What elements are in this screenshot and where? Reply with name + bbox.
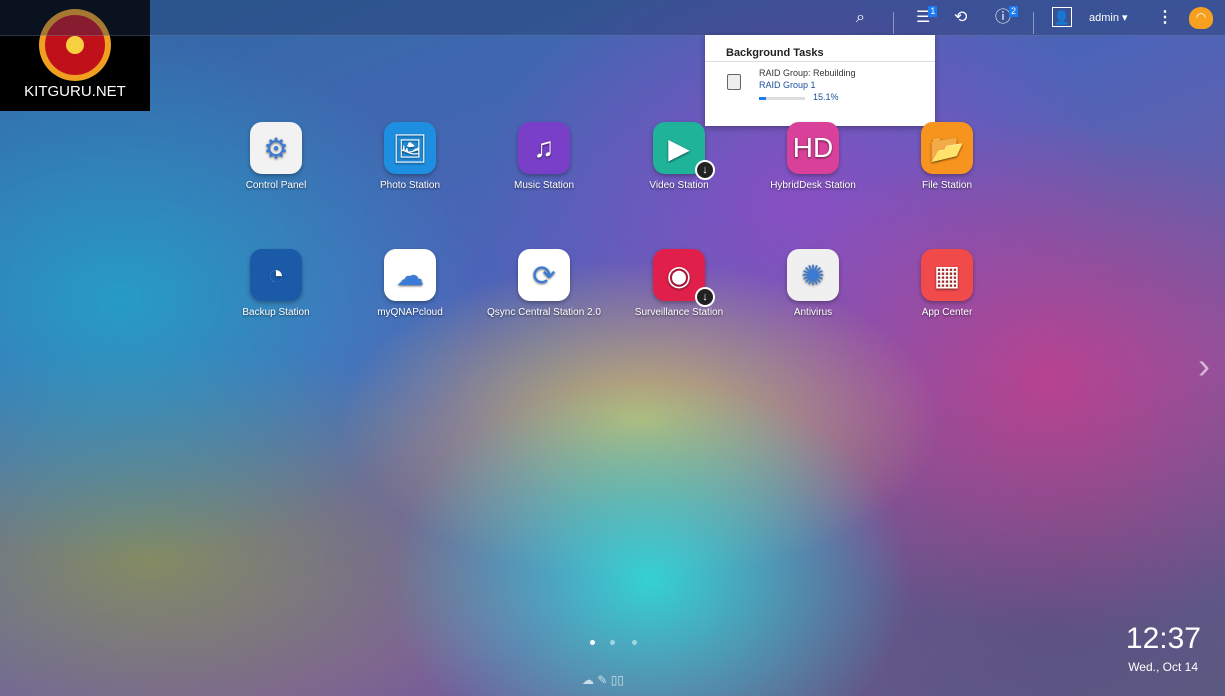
tools-icon[interactable]: ✎ (597, 673, 607, 687)
app-file-station[interactable]: 📂 File Station (882, 122, 1012, 191)
music-icon: ♫ (518, 122, 570, 174)
app-label: File Station (921, 180, 973, 191)
external-device-icon[interactable]: ⟲ (954, 8, 967, 28)
info-badge: 2 (1009, 6, 1019, 17)
task-progress-bar (759, 97, 805, 100)
app-hybriddesk-station[interactable]: HD HybridDesk Station (748, 122, 878, 191)
app-label: App Center (921, 307, 973, 318)
cloud-icon: ☁ (384, 249, 436, 301)
app-label: myQNAPcloud (377, 307, 443, 318)
clock-time: 12:37 (1125, 622, 1201, 655)
app-label: HybridDesk Station (770, 180, 856, 191)
grid-icon: ▦ (921, 249, 973, 301)
camera-icon: ◉ ↓ (653, 249, 715, 307)
tasks-badge: 1 (928, 6, 938, 17)
popup-title: Background Tasks (705, 35, 935, 62)
antivirus-icon: ✺ (787, 249, 839, 301)
app-photo-station[interactable]: 🖼 Photo Station (345, 122, 475, 191)
app-label: Qsync Central Station 2.0 (487, 307, 601, 318)
next-page-arrow[interactable]: › (1198, 345, 1210, 387)
top-bar: ⌕ ☰ 1 ⟲ ⓘ 2 👤 admin ▾ ⋮ ◠ (0, 0, 1225, 36)
user-menu[interactable]: admin ▾ (1089, 8, 1128, 28)
svg-text:KITGURU.NET: KITGURU.NET (24, 83, 126, 100)
user-avatar-icon[interactable]: 👤 (1052, 7, 1072, 27)
app-label: Antivirus (793, 307, 833, 318)
cloud-icon[interactable]: ☁ (582, 673, 594, 687)
clock-date: Wed., Oct 14 (1128, 660, 1198, 674)
backup-icon: ◔ (250, 249, 302, 301)
task-item: RAID Group: Rebuilding RAID Group 1 15.1… (705, 62, 935, 122)
app-label: Backup Station (242, 307, 310, 318)
app-qsync-central-station-2-0[interactable]: ⟳ Qsync Central Station 2.0 (479, 249, 609, 318)
app-control-panel[interactable]: ⚙ Control Panel (211, 122, 341, 191)
search-icon[interactable]: ⌕ (856, 8, 865, 28)
page-dot-2[interactable] (610, 640, 615, 645)
background-tasks-icon[interactable]: ☰ 1 (916, 6, 938, 28)
task-progress-text: 15.1% (813, 92, 839, 102)
more-options-icon[interactable]: ⋮ (1157, 8, 1173, 28)
task-name: RAID Group: Rebuilding (759, 68, 856, 78)
task-target: RAID Group 1 (759, 80, 816, 90)
app-label: Music Station (513, 180, 575, 191)
app-antivirus[interactable]: ✺ Antivirus (748, 249, 878, 318)
app-app-center[interactable]: ▦ App Center (882, 249, 1012, 318)
gear-icon: ⚙ (250, 122, 302, 174)
app-label: Photo Station (379, 180, 441, 191)
notifications-icon[interactable]: ⓘ 2 (995, 6, 1019, 28)
dashboard-icon[interactable]: ◠ (1189, 7, 1213, 29)
app-label: Surveillance Station (634, 307, 724, 318)
photo-icon: 🖼 (384, 122, 436, 174)
app-label: Video Station (649, 180, 709, 191)
sync-icon: ⟳ (518, 249, 570, 301)
divider (1033, 12, 1034, 34)
username: admin (1089, 12, 1119, 24)
download-icon: ↓ (695, 287, 715, 307)
folder-icon: 📂 (921, 122, 973, 174)
app-music-station[interactable]: ♫ Music Station (479, 122, 609, 191)
book-icon[interactable]: ▯▯ (611, 673, 624, 687)
download-icon: ↓ (695, 160, 715, 180)
hd-icon: HD (787, 122, 839, 174)
page-dot-1[interactable] (590, 640, 595, 645)
background-tasks-popup: Background Tasks RAID Group: Rebuilding … (705, 35, 935, 126)
app-label: Control Panel (245, 180, 307, 191)
divider (893, 12, 894, 34)
page-dot-3[interactable] (632, 640, 637, 645)
app-myqnapcloud[interactable]: ☁ myQNAPcloud (345, 249, 475, 318)
video-icon: ▶ ↓ (653, 122, 715, 180)
app-backup-station[interactable]: ◔ Backup Station (211, 249, 341, 318)
hard-disk-icon (727, 74, 741, 90)
app-surveillance-station[interactable]: ◉ ↓ Surveillance Station (614, 249, 744, 318)
app-video-station[interactable]: ▶ ↓ Video Station (614, 122, 744, 191)
